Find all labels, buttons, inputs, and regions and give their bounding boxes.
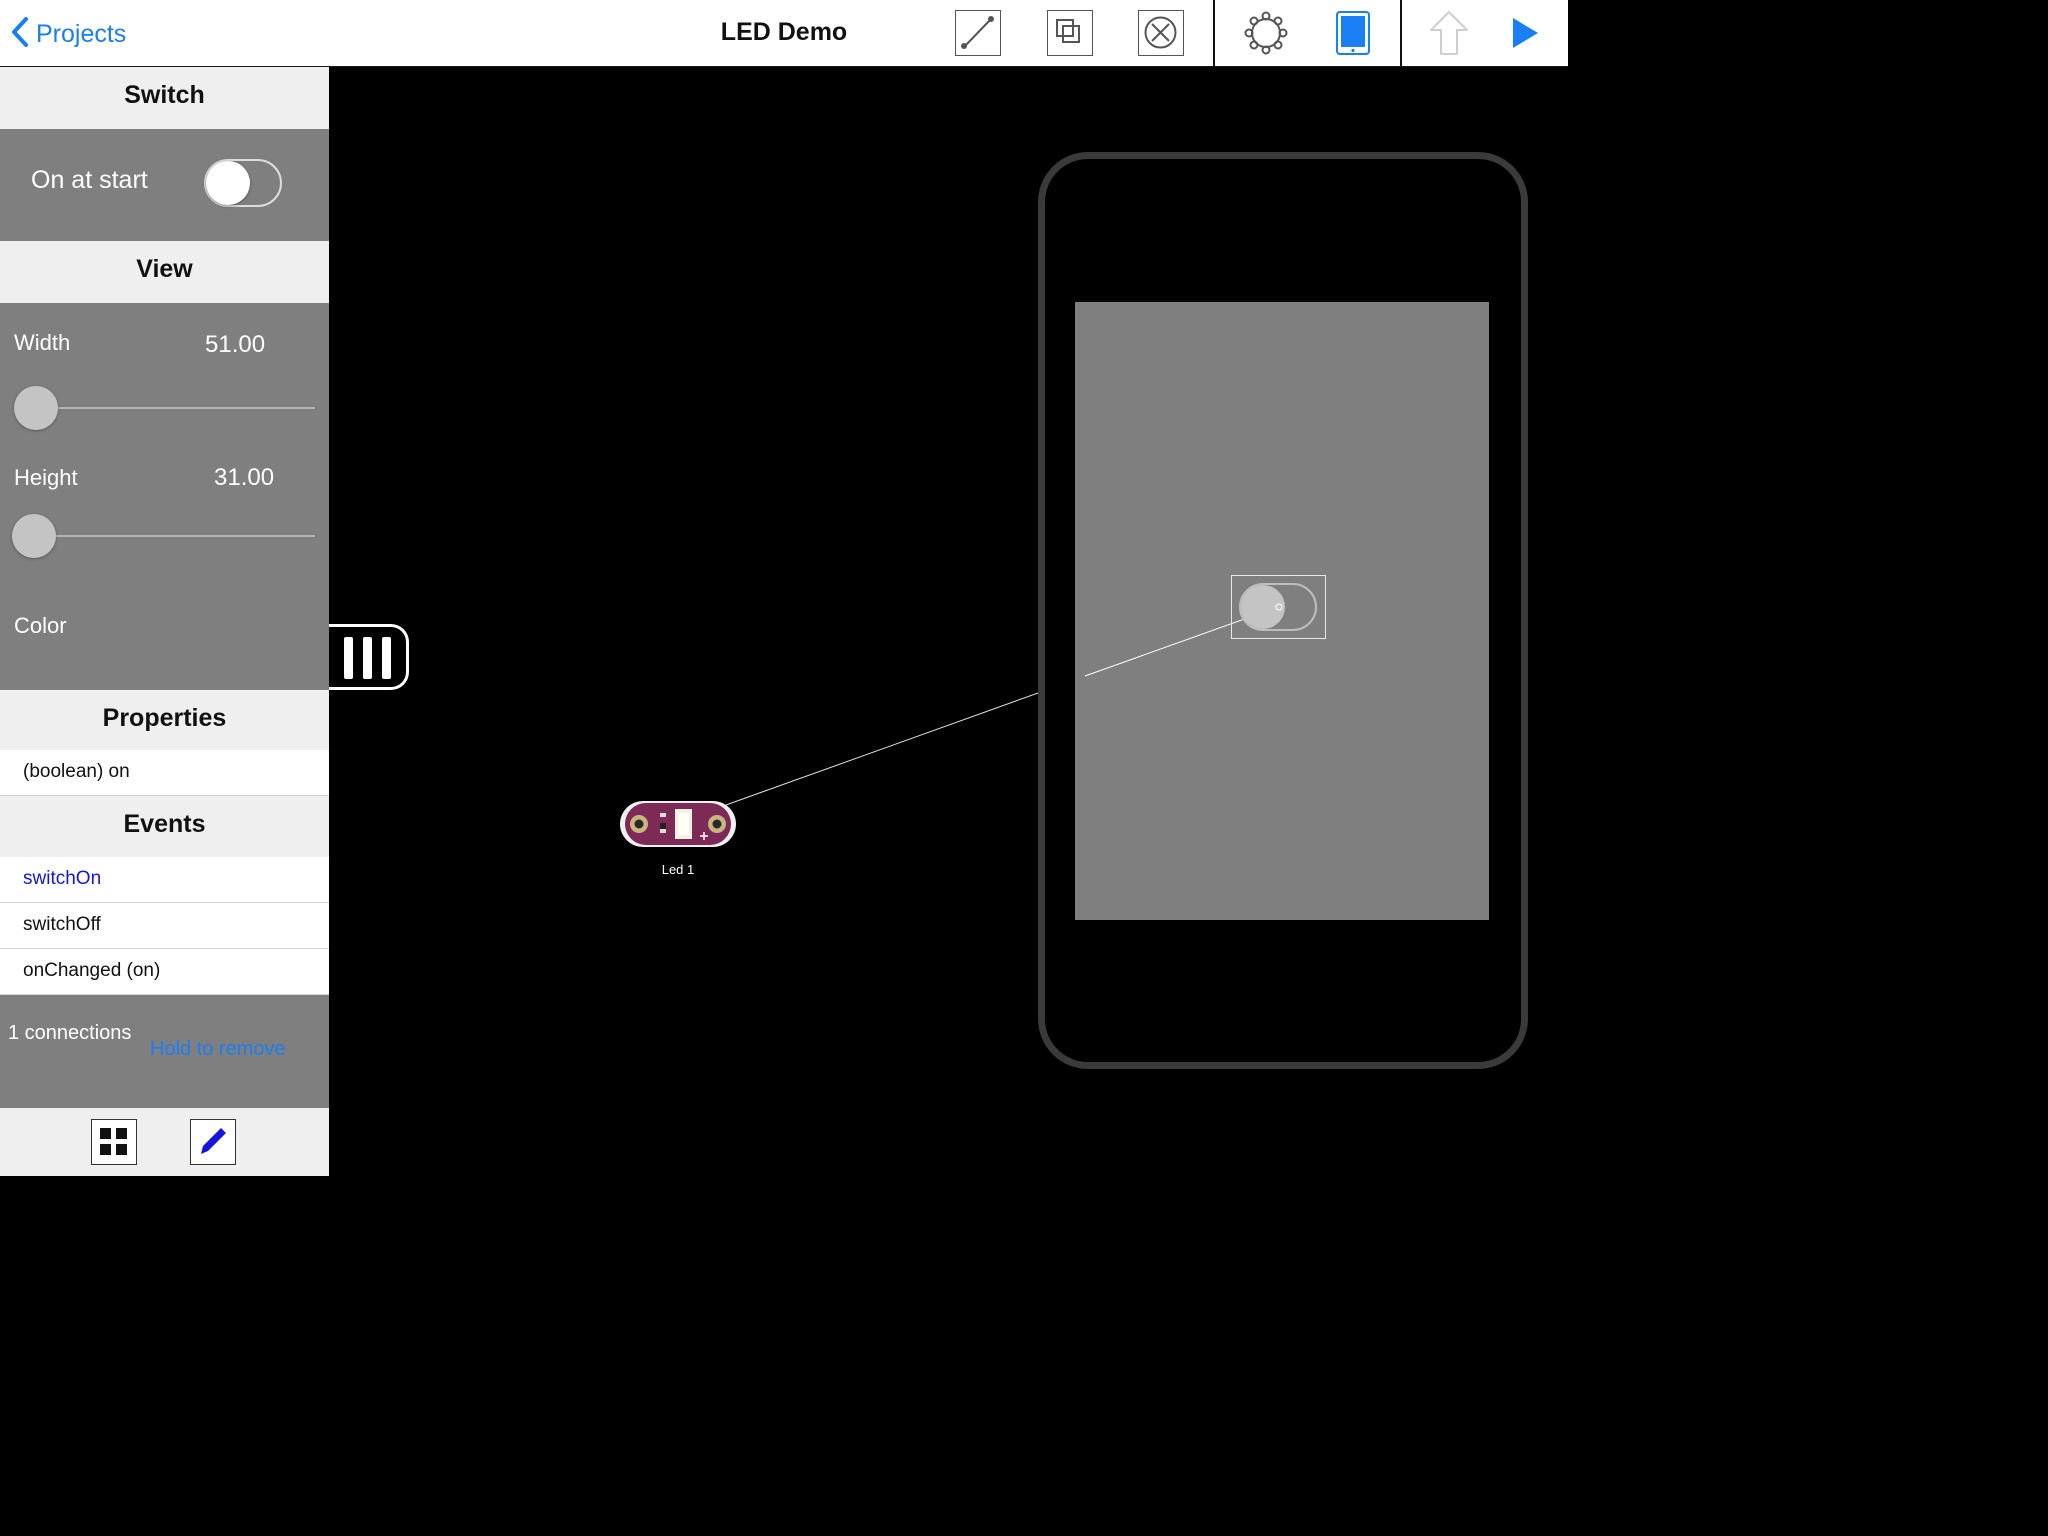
led-board-icon [620, 801, 736, 847]
switch-widget[interactable] [1232, 576, 1325, 638]
switch-widget-selection[interactable] [1231, 575, 1326, 639]
led-label: Led 1 [661, 862, 695, 877]
connection-wire [725, 606, 1279, 806]
led-component[interactable] [619, 799, 737, 849]
